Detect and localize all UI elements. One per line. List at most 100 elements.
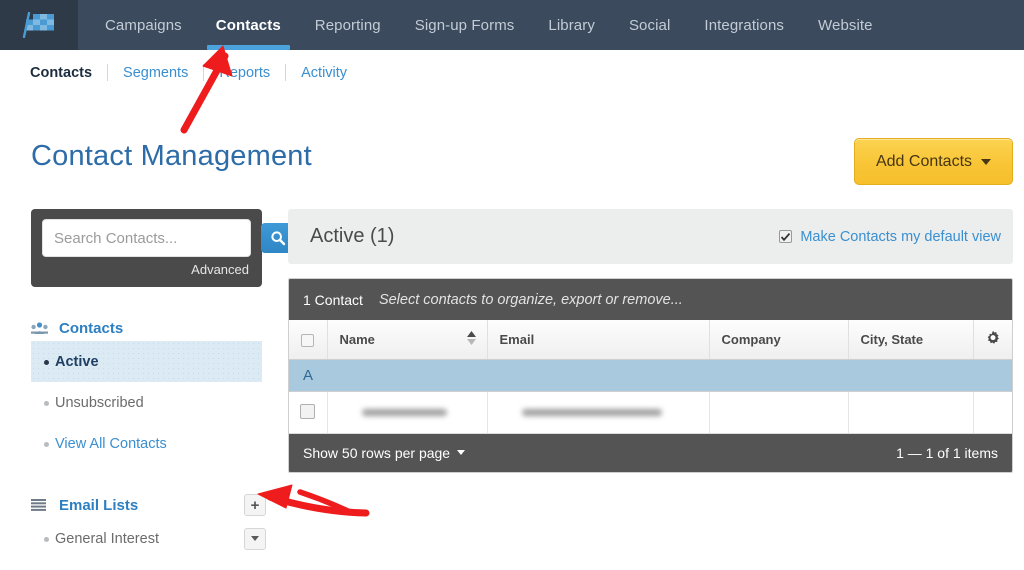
column-settings-header[interactable] (973, 320, 1012, 360)
sidebar-group-email-lists: Email Lists + General Interest (31, 492, 266, 559)
bullet-icon (44, 400, 49, 406)
bullet-icon (44, 536, 49, 542)
table-row[interactable] (289, 391, 1012, 434)
column-header-email-label: Email (499, 331, 535, 347)
contacts-table-head: Name Email Company City, State (289, 320, 1012, 360)
sidebar-item-active[interactable]: Active (31, 341, 262, 382)
sidebar-group-contacts: Contacts Active Unsubscribed View All Co… (31, 315, 262, 464)
row-checkbox[interactable] (300, 404, 316, 420)
panel-header: Active (1) Make Contacts my default view (288, 209, 1013, 264)
advanced-search-link[interactable]: Advanced (42, 257, 251, 277)
cell-email (487, 391, 710, 434)
sidebar-item-general-interest[interactable]: General Interest (31, 518, 266, 559)
chevron-down-icon (981, 158, 992, 165)
rows-per-page-selector[interactable]: Show 50 rows per page (303, 444, 466, 461)
table-toolbar-hint: Select contacts to organize, export or r… (378, 291, 683, 308)
nav-item-library[interactable]: Library (531, 0, 612, 50)
column-header-city-state-label: City, State (860, 331, 924, 347)
contact-count-label: 1 Contact (303, 291, 363, 308)
sidebar-item-unsubscribed-label: Unsubscribed (55, 394, 144, 411)
rows-per-page-label: Show 50 rows per page (303, 444, 451, 461)
cell-company (709, 391, 849, 434)
cell-name (327, 391, 488, 434)
bullet-icon (44, 441, 49, 447)
sidebar-item-unsubscribed[interactable]: Unsubscribed (31, 382, 262, 423)
alpha-group-row: A (289, 359, 1012, 392)
sidebar-group-email-lists-label: Email Lists (59, 496, 139, 514)
contacts-group-icon (31, 321, 50, 335)
subnav-divider (203, 64, 205, 81)
table-footer: Show 50 rows per page 1 — 1 of 1 items (289, 433, 1012, 472)
column-header-company-label: Company (721, 331, 781, 347)
nav-item-signup-forms[interactable]: Sign-up Forms (398, 0, 532, 50)
chevron-down-icon (251, 536, 259, 541)
chevron-down-icon (457, 450, 466, 455)
sidebar-item-view-all-contacts[interactable]: View All Contacts (31, 423, 262, 464)
subnav-item-reports[interactable]: Reports (219, 65, 270, 81)
column-header-email[interactable]: Email (487, 320, 710, 360)
sort-arrows-icon[interactable] (466, 331, 476, 346)
subnav-item-contacts[interactable]: Contacts (30, 65, 92, 81)
sidebar-item-general-interest-label: General Interest (55, 530, 159, 547)
cell-city-state (848, 391, 974, 434)
sidebar-group-email-lists-header[interactable]: Email Lists + (31, 492, 266, 518)
nav-item-campaigns[interactable]: Campaigns (88, 0, 199, 50)
column-header-company[interactable]: Company (709, 320, 849, 360)
search-input-wrapper (42, 219, 295, 257)
contact-management-page: Campaigns Contacts Reporting Sign-up For… (0, 0, 1024, 570)
sidebar-group-contacts-label: Contacts (59, 319, 124, 337)
pagination-range: 1 — 1 of 1 items (896, 444, 998, 461)
table-toolbar: 1 Contact Select contacts to organize, e… (289, 279, 1012, 320)
redacted-email-value (521, 408, 662, 416)
sidebar-group-contacts-header[interactable]: Contacts (31, 315, 262, 341)
nav-item-contacts[interactable]: Contacts (199, 0, 298, 50)
general-interest-menu-button[interactable] (244, 527, 266, 550)
nav-item-social[interactable]: Social (612, 0, 687, 50)
sidebar-item-view-all-contacts-label: View All Contacts (55, 435, 167, 452)
column-header-name[interactable]: Name (327, 320, 488, 360)
nav-item-website[interactable]: Website (801, 0, 890, 50)
bullet-icon (44, 359, 49, 365)
contacts-table-body: A (289, 359, 1012, 434)
nav-item-integrations[interactable]: Integrations (687, 0, 801, 50)
add-email-list-button[interactable]: + (244, 494, 266, 516)
subnav-divider (107, 64, 109, 81)
table-header-row: Name Email Company City, State (289, 320, 1012, 360)
subnav-item-segments[interactable]: Segments (123, 65, 188, 81)
list-icon (31, 499, 50, 511)
app-logo[interactable] (0, 0, 78, 50)
nav-item-reporting[interactable]: Reporting (298, 0, 398, 50)
top-navigation-bar: Campaigns Contacts Reporting Sign-up For… (0, 0, 1024, 50)
column-header-name-label: Name (339, 331, 375, 347)
search-panel: Advanced (31, 209, 295, 287)
subnav-item-activity[interactable]: Activity (301, 65, 347, 81)
default-view-checkbox[interactable] (779, 230, 793, 243)
checkered-flag-logo-icon (22, 12, 54, 38)
main-content: Active (1) Make Contacts my default view… (288, 209, 1013, 473)
top-nav-items: Campaigns Contacts Reporting Sign-up For… (78, 0, 890, 50)
select-all-checkbox[interactable] (301, 333, 315, 347)
cell-spacer (973, 391, 1012, 434)
panel-title: Active (1) (310, 225, 395, 247)
alpha-group-label: A (289, 359, 1012, 392)
page-title: Contact Management (31, 140, 312, 172)
subnav-divider (285, 64, 287, 81)
search-input[interactable] (43, 229, 261, 247)
column-header-city-state[interactable]: City, State (848, 320, 974, 360)
sidebar: Advanced Contacts Active (31, 209, 295, 559)
redacted-name-value (361, 408, 447, 416)
contacts-table: Name Email Company City, State A (289, 320, 1012, 434)
default-view-label[interactable]: Make Contacts my default view (800, 229, 1001, 245)
add-contacts-button[interactable]: Add Contacts (854, 138, 1013, 185)
check-icon (781, 232, 791, 241)
default-view-control: Make Contacts my default view (779, 229, 1001, 245)
red-arrow-to-add-email-list-button (257, 484, 370, 517)
add-contacts-label: Add Contacts (875, 152, 973, 170)
sub-navigation-bar: Contacts Segments Reports Activity (0, 50, 1024, 96)
search-icon (271, 231, 286, 246)
row-select-cell (289, 391, 328, 434)
sidebar-item-active-label: Active (55, 353, 99, 370)
contacts-table-container: 1 Contact Select contacts to organize, e… (288, 278, 1013, 473)
select-all-header (289, 320, 328, 360)
gear-icon (987, 330, 999, 344)
